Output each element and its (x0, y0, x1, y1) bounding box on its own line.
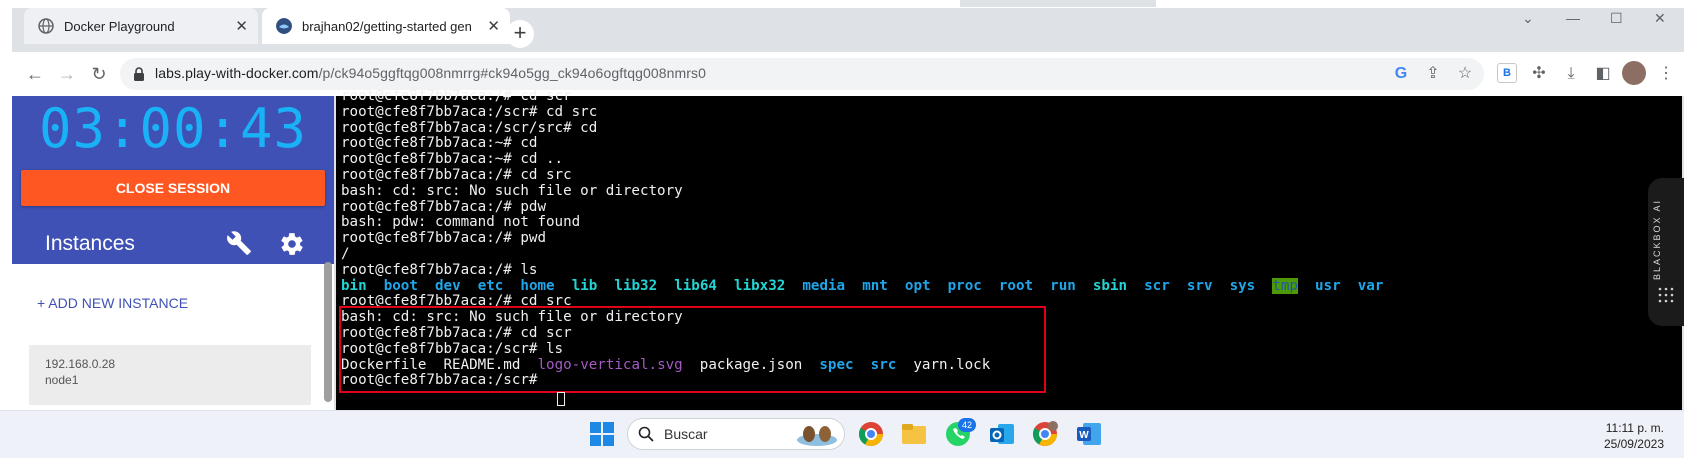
file-explorer-icon[interactable] (900, 420, 928, 448)
download-icon[interactable]: ⤓ (1561, 64, 1581, 84)
terminal-line: bash: cd: src: No such file or directory (341, 182, 683, 199)
more-icon[interactable]: ⋮ (1656, 64, 1676, 84)
close-tab-icon[interactable]: ✕ (235, 17, 248, 35)
svg-text:W: W (1079, 430, 1089, 441)
window-menu-icon[interactable]: ⌄ (1522, 10, 1534, 27)
ls-entry: opt (904, 277, 931, 294)
sidebar-scrollbar[interactable] (324, 262, 332, 402)
terminal-line: root@cfe8f7bb7aca:/# cd scr (341, 88, 572, 104)
blackbox-label: BLACKBOX AI (1652, 198, 1662, 280)
ls-entry: media (802, 277, 846, 294)
maximize-icon[interactable]: ☐ (1610, 10, 1623, 27)
google-icon[interactable]: G (1391, 64, 1411, 84)
tab-github-repo[interactable]: brajhan02/getting-started generic ✕ (262, 8, 510, 44)
tab-docker-playground[interactable]: Docker Playground ✕ (24, 8, 258, 44)
chrome-icon[interactable] (857, 420, 885, 448)
instance-name: node1 (45, 373, 79, 387)
terminal-line: bash: pdw: command not found (341, 214, 581, 231)
session-timer: 03:00:43 (38, 97, 308, 160)
terminal-line: root@cfe8f7bb7aca:/scr# cd src (341, 103, 598, 120)
forward-icon[interactable]: → (56, 63, 78, 85)
instances-heading: Instances (45, 232, 135, 255)
share-icon[interactable]: ⇪ (1423, 64, 1443, 84)
minimize-icon[interactable]: — (1566, 10, 1580, 26)
add-new-instance-button[interactable]: + ADD NEW INSTANCE (37, 295, 188, 311)
word-icon[interactable]: W (1075, 420, 1103, 448)
ls-entry: var (1357, 277, 1384, 294)
terminal-line: root@cfe8f7bb7aca:/# pwd (341, 230, 546, 247)
ls-entry: sys (1229, 277, 1256, 294)
ls-entry: tmp (1272, 277, 1298, 294)
close-session-button[interactable]: CLOSE SESSION (21, 170, 325, 206)
ls-entry: root (998, 277, 1034, 294)
wrench-icon[interactable] (226, 230, 252, 256)
bookmark-star-icon[interactable]: ☆ (1455, 64, 1475, 84)
ls-entry: mnt (862, 277, 888, 294)
url-path: /p/ck94o5ggftqg008nmrrg#ck94o5gg_ck94o6o… (318, 65, 707, 81)
ls-entry: bin (341, 277, 367, 294)
clock-date: 25/09/2023 (1603, 437, 1664, 451)
ls-entry: home (520, 277, 555, 294)
highlight-box (339, 306, 1046, 393)
docker-hub-icon (276, 18, 292, 34)
avatar[interactable] (1622, 61, 1646, 85)
new-tab-button[interactable]: + (506, 20, 534, 48)
desktop-strip (0, 0, 1684, 8)
terminal-line: root@cfe8f7bb7aca:~# cd (341, 135, 538, 152)
back-icon[interactable]: ← (24, 63, 46, 85)
whatsapp-badge: 42 (958, 418, 976, 432)
terminal-line: root@cfe8f7bb7aca:/scr/src# cd (341, 119, 598, 136)
ls-entry: scr (1144, 277, 1170, 294)
ls-entry: lib (571, 277, 598, 294)
terminal-line: root@cfe8f7bb7aca:/# pdw (341, 198, 546, 215)
ls-entry: srv (1186, 277, 1213, 294)
windows-start-icon[interactable] (588, 420, 616, 448)
terminal-line: root@cfe8f7bb7aca:/# ls (341, 261, 538, 278)
blackbox-logo-icon (1658, 287, 1674, 303)
ls-entry: dev (434, 277, 461, 294)
tab-label: brajhan02/getting-started generic (302, 18, 472, 34)
ls-entry: sbin (1092, 277, 1128, 294)
ls-entry: etc (477, 277, 504, 294)
ls-entry: boot (383, 277, 418, 294)
search-placeholder: Buscar (664, 426, 708, 442)
ls-output: bin boot dev etc home lib lib32 lib64 li… (341, 277, 1384, 295)
ls-entry: lib64 (674, 277, 717, 294)
globe-icon (38, 18, 54, 34)
lock-icon[interactable] (133, 67, 145, 81)
close-window-icon[interactable]: ✕ (1654, 10, 1666, 27)
side-panel-icon[interactable]: ◧ (1593, 64, 1613, 84)
gear-icon[interactable] (279, 231, 305, 257)
chrome-profile-icon[interactable] (1031, 420, 1059, 448)
ls-entry: libx32 (734, 277, 786, 294)
terminal-line: root@cfe8f7bb7aca:/# cd src (341, 167, 572, 183)
search-icon (638, 426, 654, 442)
extension-icon[interactable]: B (1497, 63, 1517, 83)
clock-time: 11:11 p. m. (1605, 421, 1664, 435)
search-highlight-icon (797, 426, 837, 446)
ls-entry: usr (1315, 277, 1341, 294)
instance-ip: 192.168.0.28 (45, 357, 116, 371)
close-tab-icon[interactable]: ✕ (487, 17, 500, 35)
url-text[interactable]: labs.play-with-docker.com/p/ck94o5ggftqg… (155, 65, 706, 81)
terminal-line: / (341, 246, 350, 262)
tab-label: Docker Playground (64, 18, 175, 34)
reload-icon[interactable]: ↻ (88, 63, 110, 85)
url-host: labs.play-with-docker.com (155, 65, 319, 81)
ls-entry: proc (947, 277, 982, 294)
ls-entry: lib32 (614, 277, 658, 294)
ls-entry: run (1050, 277, 1076, 294)
terminal-cursor (557, 392, 565, 406)
outlook-icon[interactable] (988, 420, 1016, 448)
puzzle-icon[interactable]: ✣ (1529, 64, 1549, 84)
terminal-line: root@cfe8f7bb7aca:~# cd .. (341, 151, 564, 168)
